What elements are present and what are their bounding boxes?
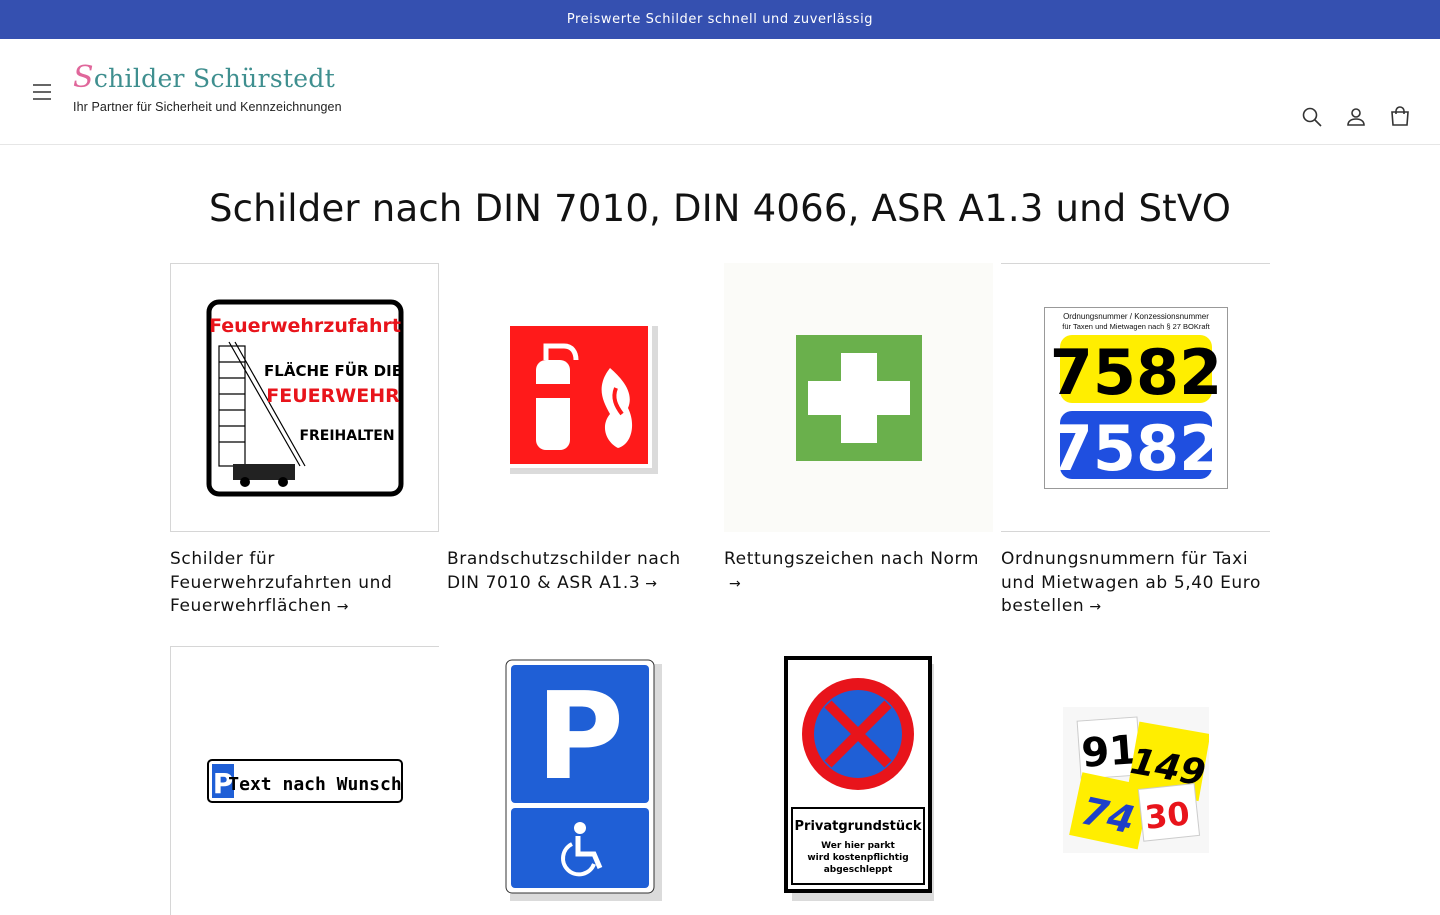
card-image: Feuerwehrzufahrt FLÄCHE FÜR DIE FEUERWEH… [170,263,439,532]
card-title[interactable]: Schilder für Feuerwehrzufahrten und Feue… [170,548,439,620]
first-aid-sign-image [795,334,922,461]
logo-wordmark: Schilder Schürstedt [73,60,336,95]
collection-card-ziffern[interactable]: 91 149 74 30 [1001,646,1270,915]
card-title[interactable]: Ordnungsnummern für Taxi und Mietwagen a… [1001,548,1270,620]
card-image: Privatgrundstück Wer hier parkt wird kos… [724,646,993,915]
svg-text:P: P [536,668,624,807]
arrow-right-icon: → [1089,599,1102,615]
arrow-right-icon: → [336,599,350,615]
arrow-right-icon: → [729,575,742,592]
no-stopping-private-sign-image: Privatgrundstück Wer hier parkt wird kos… [783,655,934,901]
svg-text:abgeschleppt: abgeschleppt [823,865,892,875]
card-image [447,263,716,532]
number-stickers-image: 91 149 74 30 [1062,707,1209,853]
svg-text:30: 30 [1143,794,1191,836]
parking-text-sign-image: P Text nach Wunsch [207,758,403,803]
collection-card-ordnungsnummern[interactable]: Ordnungsnummer / Konzessionsnummer für T… [1001,263,1270,620]
svg-text:Feuerwehrzufahrt: Feuerwehrzufahrt [209,315,401,337]
card-title[interactable]: Rettungszeichen nach Norm→ [724,548,993,596]
svg-text:Wer hier parkt: Wer hier parkt [821,841,895,851]
site-header: Schilder Schürstedt Ihr Partner für Sich… [0,39,1440,145]
header-actions [1300,105,1412,129]
announcement-text: Preiswerte Schilder schnell und zuverläs… [566,12,874,27]
card-image: P [447,646,716,915]
collection-card-rettungszeichen[interactable]: Rettungszeichen nach Norm→ [724,263,993,620]
disabled-parking-sign-image: P [505,659,662,901]
collection-card-brandschutz[interactable]: Brandschutzschilder nach DIN 7010 & ASR … [447,263,716,620]
arrow-right-icon: → [645,575,658,592]
svg-text:wird kostenpflichtig: wird kostenpflichtig [807,853,908,863]
menu-icon[interactable] [30,80,54,104]
fire-access-sign-image: Feuerwehrzufahrt FLÄCHE FÜR DIE FEUERWEH… [206,299,403,496]
svg-text:für Taxen und Mietwagen nach §: für Taxen und Mietwagen nach § 27 BOKraf… [1062,322,1210,331]
collection-card-feuerwehr[interactable]: Feuerwehrzufahrt FLÄCHE FÜR DIE FEUERWEH… [170,263,439,620]
collection-card-parkplatz-text[interactable]: P Text nach Wunsch [170,645,439,915]
card-image: 91 149 74 30 [1001,646,1270,915]
collection-card-behindertenparkplatz[interactable]: P [447,646,716,915]
svg-text:FREIHALTEN: FREIHALTEN [299,428,394,444]
collection-card-privatgrundstueck[interactable]: Privatgrundstück Wer hier parkt wird kos… [724,646,993,915]
svg-text:Ordnungsnummer / Konzessionsnu: Ordnungsnummer / Konzessionsnummer [1063,312,1209,321]
page-title: Schilder nach DIN 7010, DIN 4066, ASR A1… [208,187,1232,230]
site-logo[interactable]: Schilder Schürstedt Ihr Partner für Sich… [73,63,343,123]
svg-text:7582: 7582 [1049,336,1222,409]
announcement-bar: Preiswerte Schilder schnell und zuverläs… [0,0,1440,39]
search-icon[interactable] [1300,105,1324,129]
logo-tagline: Ihr Partner für Sicherheit und Kennzeich… [73,100,342,114]
svg-text:Privatgrundstück: Privatgrundstück [794,819,921,834]
svg-text:7582: 7582 [1049,412,1222,485]
card-image: P Text nach Wunsch [170,645,439,915]
card-image: Ordnungsnummer / Konzessionsnummer für T… [1001,263,1270,532]
svg-text:FEUERWEHR: FEUERWEHR [266,385,400,407]
fire-extinguisher-sign-image [505,321,658,474]
svg-text:Text nach Wunsch: Text nach Wunsch [228,774,401,795]
collection-grid: Feuerwehrzufahrt FLÄCHE FÜR DIE FEUERWEH… [170,263,1270,915]
account-icon[interactable] [1344,105,1368,129]
svg-text:FLÄCHE FÜR DIE: FLÄCHE FÜR DIE [264,361,402,380]
card-image [724,263,993,532]
taxi-number-sign-image: Ordnungsnummer / Konzessionsnummer für T… [1043,306,1228,489]
cart-icon[interactable] [1388,105,1412,129]
card-title[interactable]: Brandschutzschilder nach DIN 7010 & ASR … [447,548,716,596]
